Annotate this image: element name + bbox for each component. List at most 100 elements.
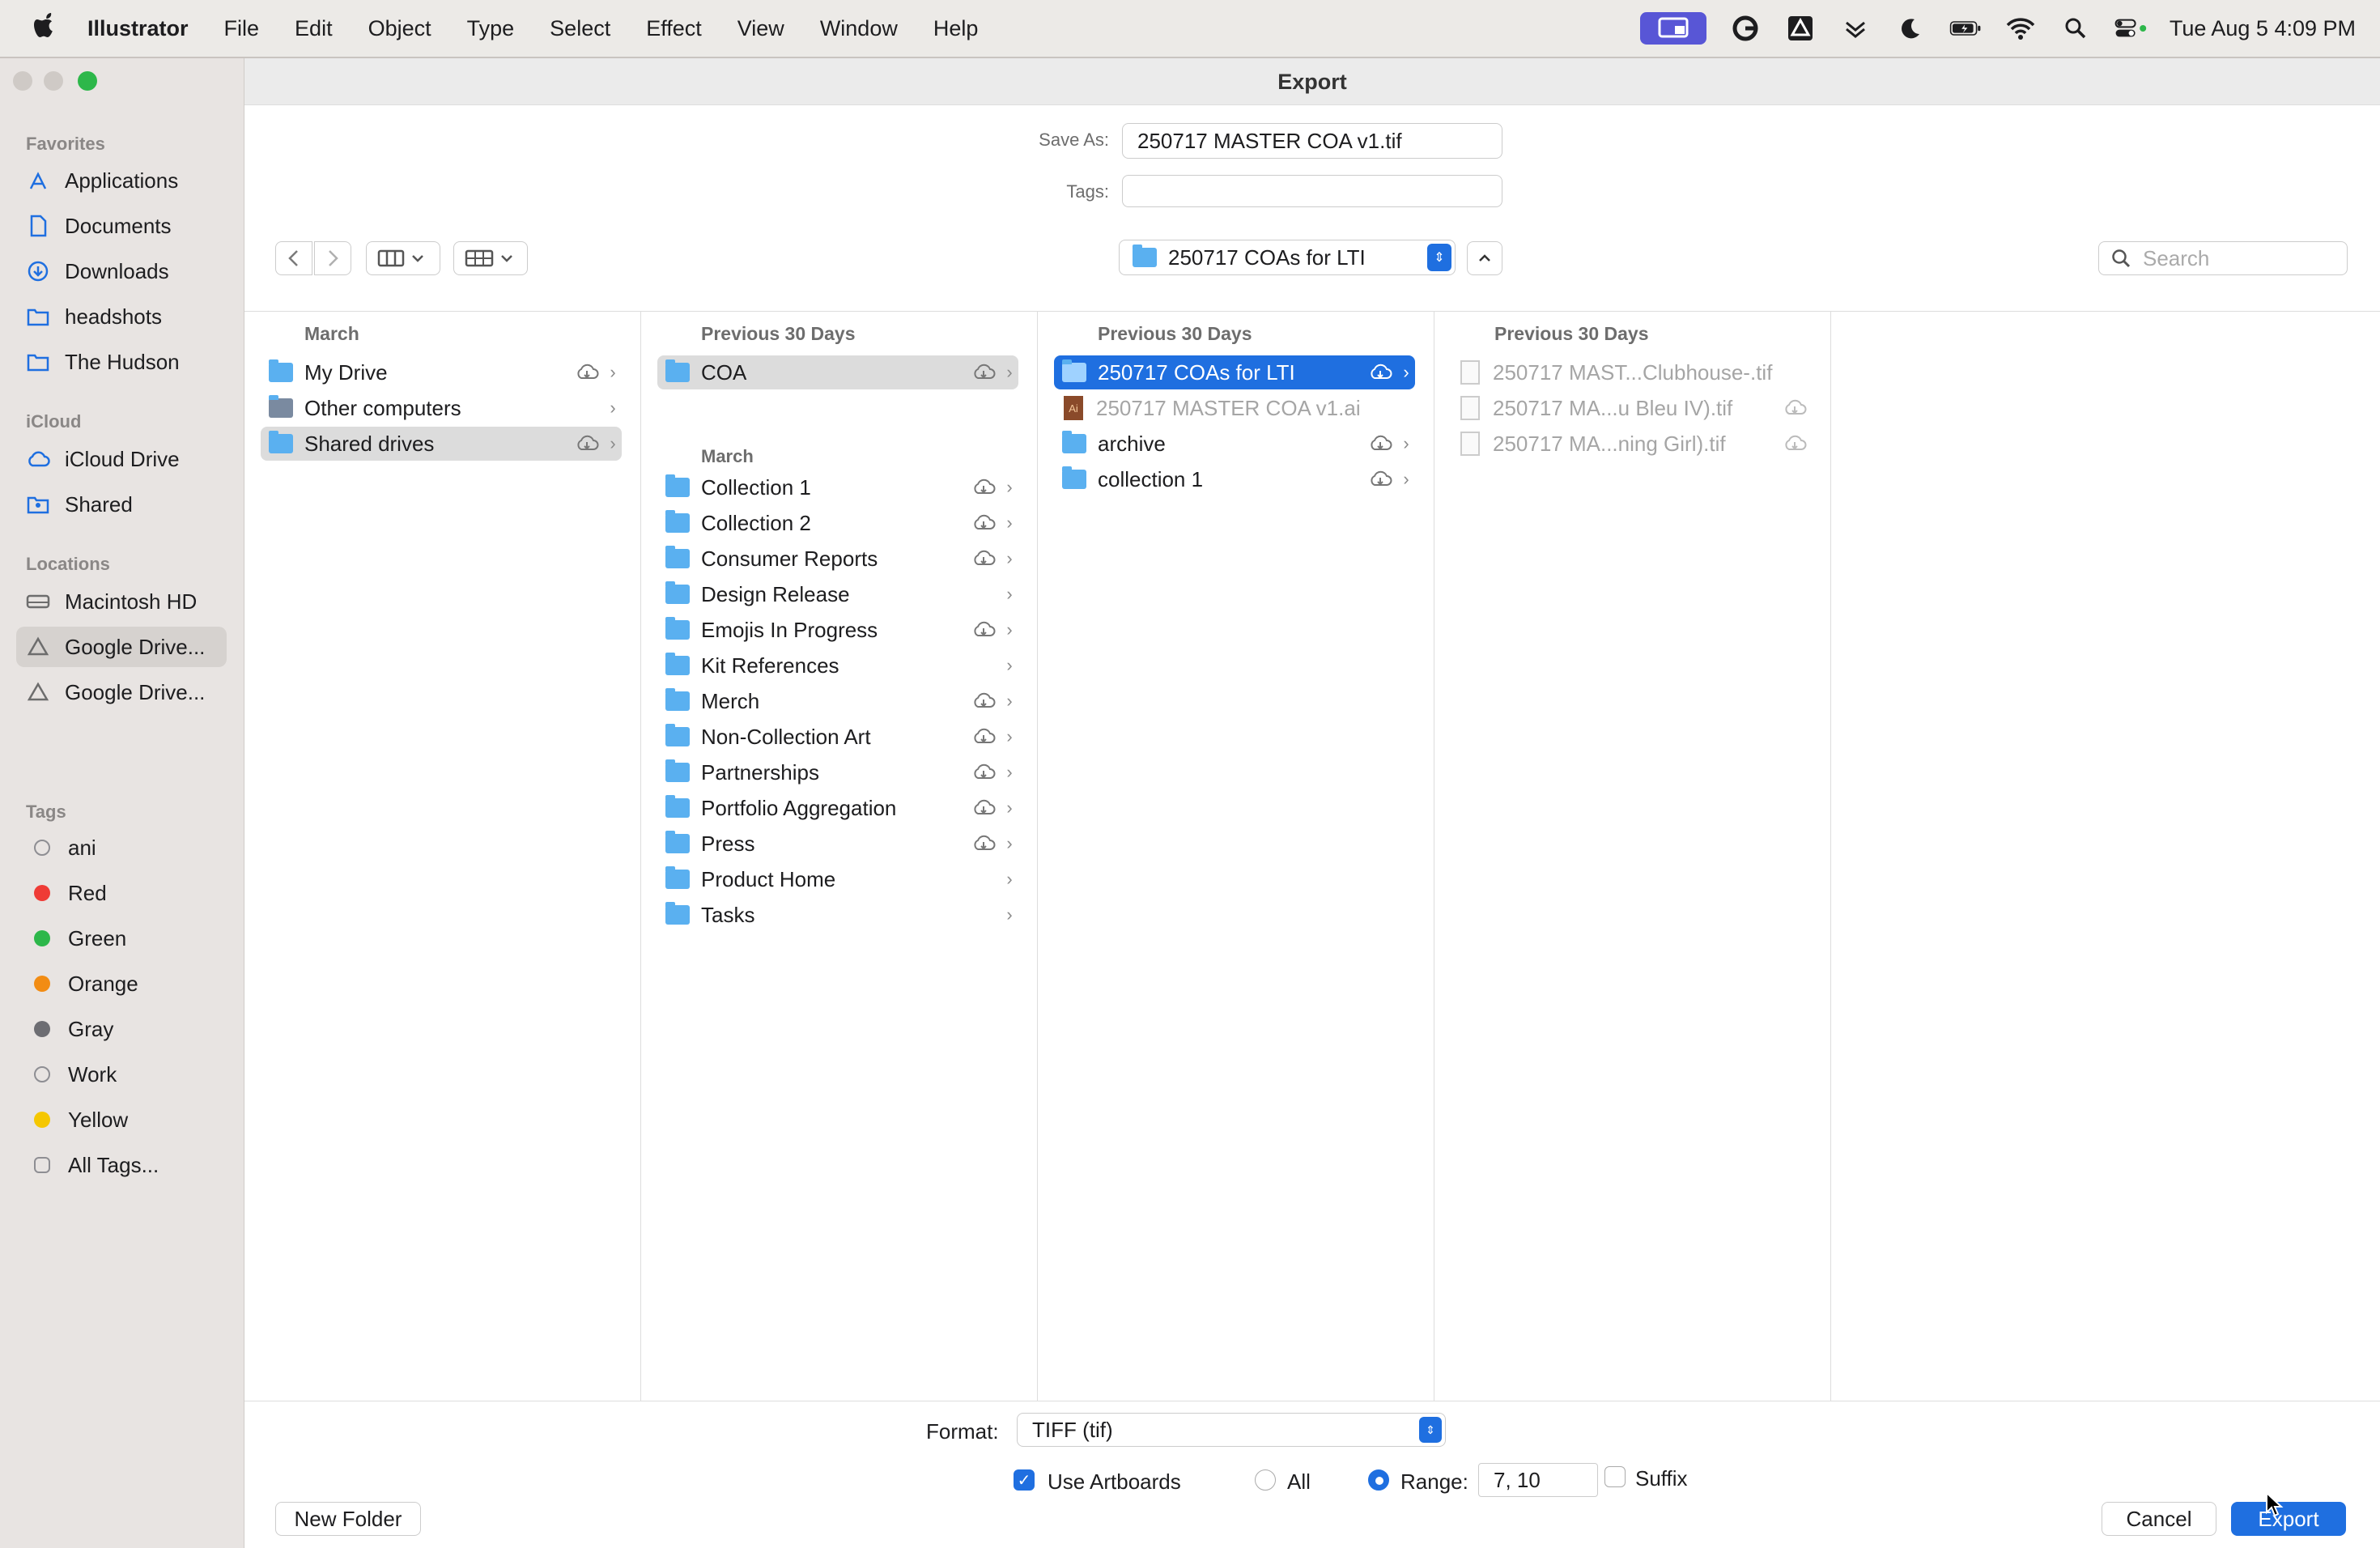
- collapse-dialog-button[interactable]: [1467, 241, 1502, 275]
- list-item-portfolio-aggregation[interactable]: Portfolio Aggregation ›: [657, 791, 1018, 825]
- group-by-button[interactable]: [453, 241, 528, 275]
- sidebar-tag-orange[interactable]: Orange: [16, 963, 227, 1004]
- sidebar-item-google-drive-1[interactable]: Google Drive...: [16, 627, 227, 667]
- location-popup[interactable]: 250717 COAs for LTI ⇕: [1119, 240, 1456, 275]
- menu-type[interactable]: Type: [449, 16, 533, 41]
- suffix-checkbox[interactable]: [1604, 1466, 1626, 1487]
- list-item-tasks[interactable]: Tasks ›: [657, 898, 1018, 932]
- cloud-download-icon[interactable]: [970, 513, 997, 533]
- range-radio[interactable]: [1368, 1469, 1389, 1491]
- range-input[interactable]: 7, 10: [1478, 1463, 1598, 1497]
- sidebar-tag-work[interactable]: Work: [16, 1054, 227, 1095]
- list-item-coa[interactable]: COA ›: [657, 355, 1018, 389]
- list-item-partnerships[interactable]: Partnerships ›: [657, 755, 1018, 789]
- sidebar-item-documents[interactable]: Documents: [16, 206, 227, 246]
- screen-share-icon[interactable]: [1639, 12, 1706, 45]
- battery-icon[interactable]: [1949, 12, 1982, 45]
- sidebar-item-macintosh-hd[interactable]: Macintosh HD: [16, 581, 227, 622]
- sidebar-item-google-drive-2[interactable]: Google Drive...: [16, 672, 227, 712]
- use-artboards-checkbox[interactable]: ✓: [1014, 1469, 1035, 1491]
- minimize-window-button[interactable]: [44, 71, 63, 91]
- save-as-input[interactable]: 250717 MASTER COA v1.tif: [1122, 123, 1502, 159]
- sidebar-item-icloud-drive[interactable]: iCloud Drive: [16, 439, 227, 479]
- chevrons-icon[interactable]: [1839, 12, 1872, 45]
- list-item-collection-2[interactable]: Collection 2 ›: [657, 506, 1018, 540]
- sidebar-item-the-hudson[interactable]: The Hudson: [16, 342, 227, 382]
- all-artboards-radio[interactable]: [1255, 1469, 1276, 1491]
- menu-object[interactable]: Object: [351, 16, 449, 41]
- tags-input[interactable]: [1122, 175, 1502, 207]
- list-item-press[interactable]: Press ›: [657, 827, 1018, 861]
- cloud-download-icon[interactable]: [970, 763, 997, 782]
- cloud-download-icon[interactable]: [970, 478, 997, 497]
- sidebar-tag-yellow[interactable]: Yellow: [16, 1099, 227, 1140]
- list-item-merch[interactable]: Merch ›: [657, 684, 1018, 718]
- list-item-collection-1[interactable]: collection 1 ›: [1054, 462, 1415, 496]
- sidebar-tag-gray[interactable]: Gray: [16, 1009, 227, 1049]
- cloud-download-icon[interactable]: [970, 363, 997, 382]
- menu-edit[interactable]: Edit: [277, 16, 351, 41]
- zoom-window-button[interactable]: [78, 71, 97, 91]
- list-item-shared-drives[interactable]: Shared drives ›: [261, 427, 622, 461]
- cloud-download-icon[interactable]: [1366, 434, 1394, 453]
- apple-menu-icon[interactable]: [23, 11, 70, 46]
- cloud-download-icon[interactable]: [1366, 363, 1394, 382]
- sidebar-item-downloads[interactable]: Downloads: [16, 251, 227, 291]
- spotlight-search-icon[interactable]: [2059, 12, 2092, 45]
- cloud-download-icon[interactable]: [970, 549, 997, 568]
- list-item-design-release[interactable]: Design Release ›: [657, 577, 1018, 611]
- back-button[interactable]: [275, 241, 312, 275]
- control-center-icon[interactable]: [2114, 12, 2147, 45]
- menu-effect[interactable]: Effect: [628, 16, 720, 41]
- sidebar-item-label: headshots: [65, 304, 162, 329]
- moon-icon[interactable]: [1894, 12, 1927, 45]
- close-window-button[interactable]: [13, 71, 32, 91]
- cloud-download-icon[interactable]: [1366, 470, 1394, 489]
- list-item-emojis-in-progress[interactable]: Emojis In Progress ›: [657, 613, 1018, 647]
- menu-illustrator[interactable]: Illustrator: [70, 16, 206, 41]
- menubar-clock[interactable]: Tue Aug 5 4:09 PM: [2170, 16, 2356, 41]
- google-drive-icon[interactable]: [1784, 12, 1817, 45]
- menu-help[interactable]: Help: [916, 16, 997, 41]
- list-item-product-home[interactable]: Product Home ›: [657, 862, 1018, 896]
- list-item-consumer-reports[interactable]: Consumer Reports ›: [657, 542, 1018, 576]
- sidebar-item-shared[interactable]: Shared: [16, 484, 227, 525]
- cloud-download-icon[interactable]: [1781, 398, 1808, 418]
- tif-file-icon: [1460, 432, 1480, 456]
- sidebar-item-headshots[interactable]: headshots: [16, 296, 227, 337]
- grammarly-icon[interactable]: [1729, 12, 1762, 45]
- menu-select[interactable]: Select: [532, 16, 628, 41]
- list-item-250717-coas-for-lti[interactable]: 250717 COAs for LTI ›: [1054, 355, 1415, 389]
- new-folder-button[interactable]: New Folder: [275, 1502, 421, 1536]
- menu-file[interactable]: File: [206, 16, 278, 41]
- list-item-archive[interactable]: archive ›: [1054, 427, 1415, 461]
- cloud-download-icon[interactable]: [1781, 434, 1808, 453]
- cloud-download-icon[interactable]: [970, 798, 997, 818]
- menu-window[interactable]: Window: [802, 16, 916, 41]
- wifi-icon[interactable]: [2004, 12, 2037, 45]
- sidebar-tag-ani[interactable]: ani: [16, 827, 227, 868]
- cloud-download-icon[interactable]: [970, 727, 997, 746]
- sidebar-all-tags[interactable]: All Tags...: [16, 1145, 227, 1185]
- chevron-right-icon: ›: [1006, 691, 1013, 711]
- cancel-button[interactable]: Cancel: [2102, 1502, 2216, 1536]
- format-popup[interactable]: TIFF (tif) ⇕: [1017, 1413, 1446, 1447]
- forward-button[interactable]: [314, 241, 351, 275]
- list-item-my-drive[interactable]: My Drive ›: [261, 355, 622, 389]
- export-button[interactable]: Export: [2231, 1502, 2346, 1536]
- cloud-download-icon[interactable]: [573, 434, 601, 453]
- cloud-download-icon[interactable]: [970, 620, 997, 640]
- list-item-other-computers[interactable]: Other computers ›: [261, 391, 622, 425]
- sidebar-tag-green[interactable]: Green: [16, 918, 227, 959]
- sidebar-item-applications[interactable]: Applications: [16, 160, 227, 201]
- menu-view[interactable]: View: [720, 16, 802, 41]
- search-field[interactable]: Search: [2098, 241, 2348, 275]
- list-item-collection-1[interactable]: Collection 1 ›: [657, 470, 1018, 504]
- cloud-download-icon[interactable]: [573, 363, 601, 382]
- view-mode-button[interactable]: [366, 241, 440, 275]
- cloud-download-icon[interactable]: [970, 691, 997, 711]
- list-item-kit-references[interactable]: Kit References ›: [657, 649, 1018, 683]
- cloud-download-icon[interactable]: [970, 834, 997, 853]
- list-item-non-collection-art[interactable]: Non-Collection Art ›: [657, 720, 1018, 754]
- sidebar-tag-red[interactable]: Red: [16, 873, 227, 913]
